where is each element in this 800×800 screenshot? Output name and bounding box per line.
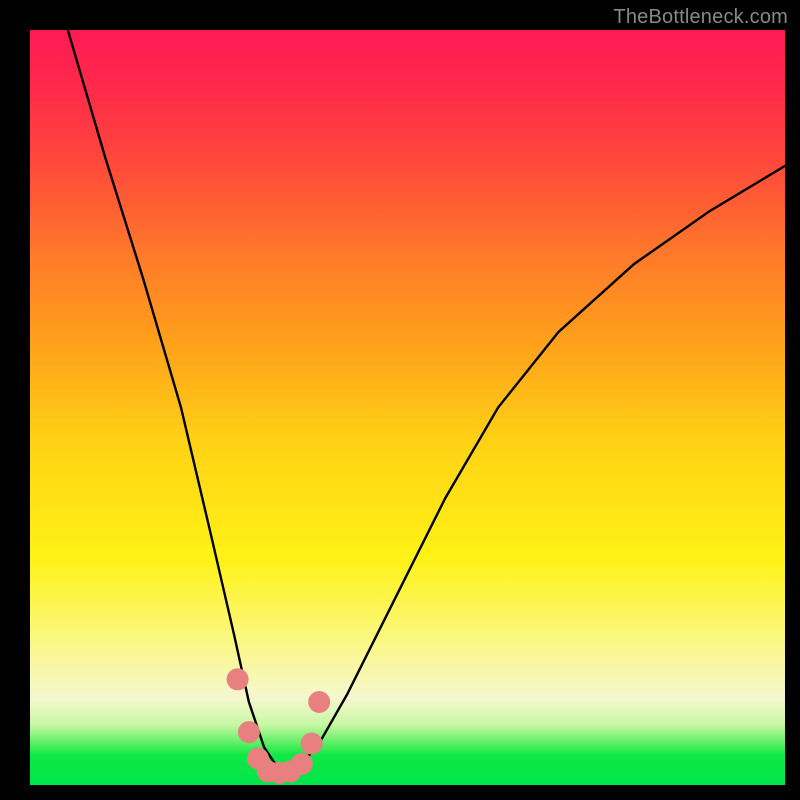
curve-layer xyxy=(30,30,785,785)
watermark-label: TheBottleneck.com xyxy=(613,6,788,29)
plot-area xyxy=(30,30,785,785)
bottleneck-curve xyxy=(68,30,785,770)
marker-point xyxy=(227,668,249,690)
marker-point xyxy=(308,691,330,713)
marker-point xyxy=(238,721,260,743)
chart-frame: TheBottleneck.com xyxy=(0,0,800,800)
marker-point xyxy=(291,753,313,775)
marker-group xyxy=(227,668,331,784)
marker-point xyxy=(301,733,323,755)
